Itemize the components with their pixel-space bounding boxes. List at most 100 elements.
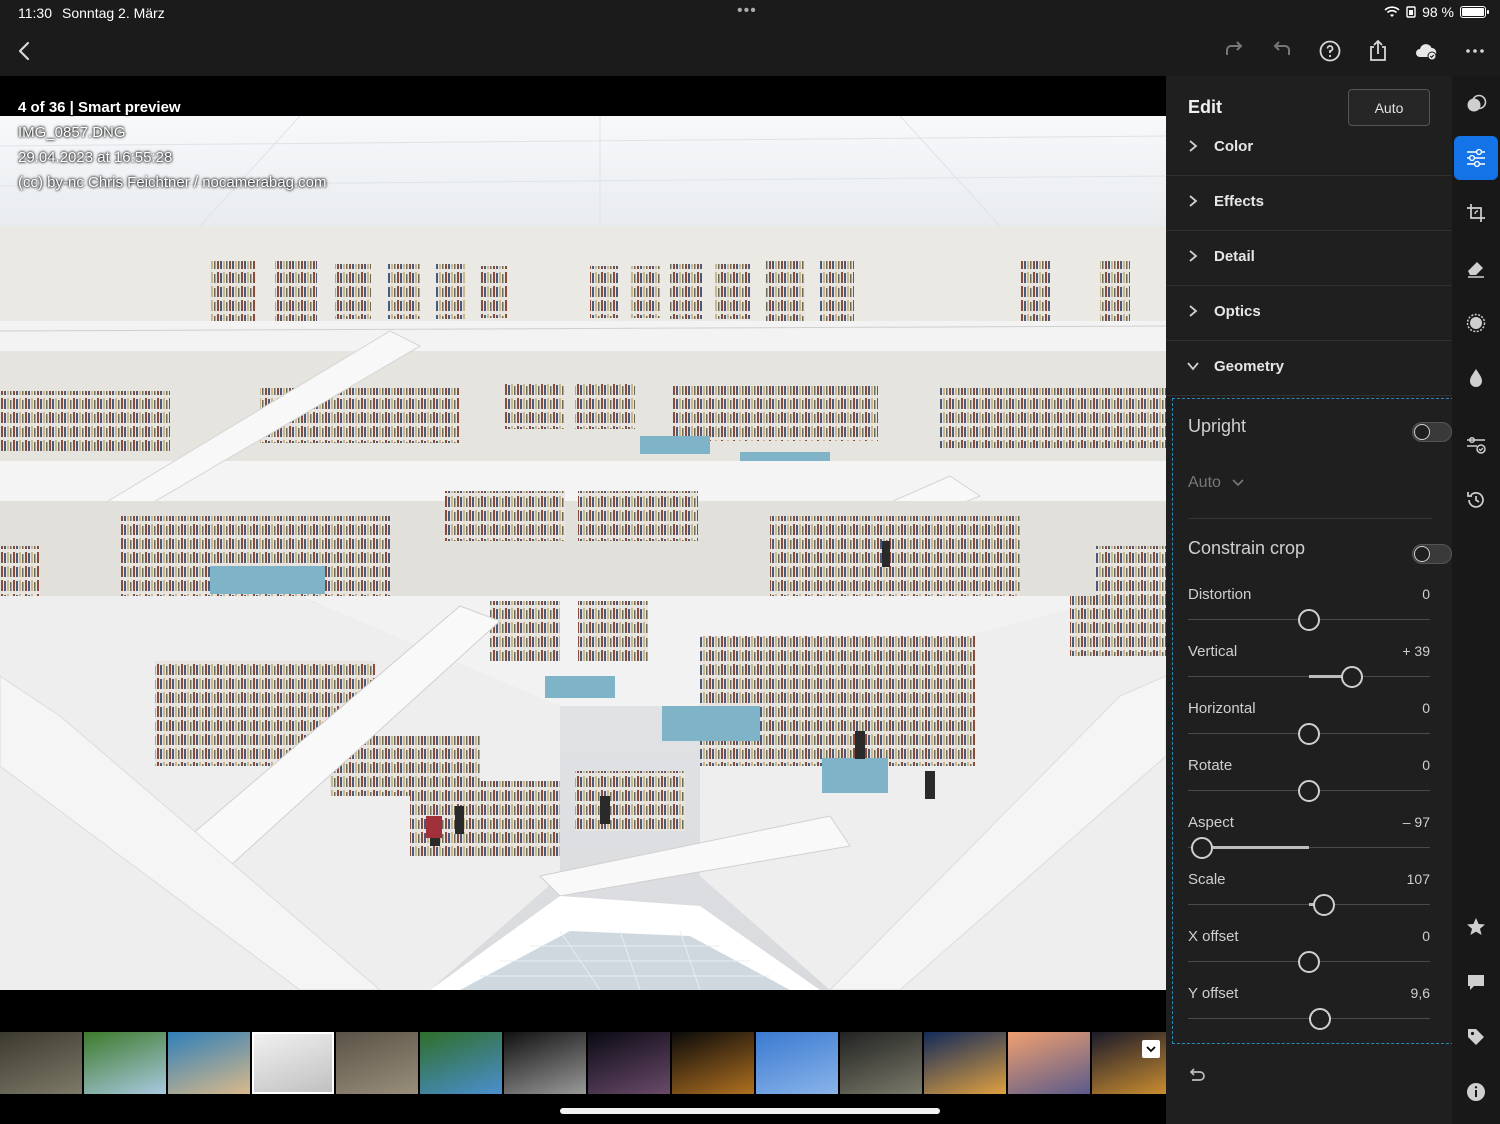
distortion-label: Distortion <box>1188 586 1252 603</box>
heal-icon[interactable] <box>1454 246 1498 290</box>
filmstrip-thumb[interactable] <box>336 1032 418 1094</box>
crop-icon[interactable] <box>1454 191 1498 235</box>
photo-preview[interactable] <box>0 116 1166 990</box>
section-label: Detail <box>1214 248 1255 265</box>
edit-panel: Edit Auto Color Effects Detail Optics Geomet… <box>1166 76 1454 1124</box>
vertical-slider[interactable]: Vertical + 39 <box>1188 643 1430 699</box>
help-icon[interactable] <box>1313 34 1347 68</box>
section-effects[interactable]: Effects <box>1166 176 1452 231</box>
photo-info-overlay: 4 of 36 | Smart preview IMG_0857.DNG 29.… <box>18 95 326 195</box>
slider-handle[interactable] <box>1308 1008 1331 1030</box>
history-icon[interactable] <box>1454 478 1498 522</box>
filmstrip-thumb[interactable] <box>168 1032 250 1094</box>
slider-handle[interactable] <box>1298 609 1320 631</box>
slider-handle[interactable] <box>1298 723 1320 745</box>
filmstrip-thumb[interactable] <box>1008 1032 1090 1094</box>
info-icon[interactable] <box>1454 1070 1498 1114</box>
scale-slider[interactable]: Scale 107 <box>1188 871 1430 927</box>
section-label: Color <box>1214 138 1254 155</box>
section-label: Effects <box>1214 193 1265 210</box>
vertical-value[interactable]: + 39 <box>1402 643 1430 659</box>
library-photo <box>0 116 1166 990</box>
filmstrip-thumb[interactable] <box>756 1032 838 1094</box>
section-detail[interactable]: Detail <box>1166 231 1452 286</box>
versions-icon[interactable] <box>1454 423 1498 467</box>
tag-icon[interactable] <box>1454 1015 1498 1059</box>
more-icon[interactable] <box>1458 34 1492 68</box>
upright-mode-select[interactable]: Auto <box>1188 474 1245 492</box>
filmstrip-thumbs <box>0 1032 1174 1094</box>
x-offset-slider[interactable]: X offset 0 <box>1188 928 1430 984</box>
filmstrip-thumb[interactable] <box>588 1032 670 1094</box>
rotate-value[interactable]: 0 <box>1422 757 1430 773</box>
y-offset-label: Y offset <box>1188 985 1239 1002</box>
filmstrip-expand-icon[interactable] <box>1142 1040 1160 1058</box>
section-color[interactable]: Color <box>1166 121 1452 176</box>
scale-label: Scale <box>1188 871 1226 888</box>
constrain-crop-label: Constrain crop <box>1188 538 1306 558</box>
filmstrip-thumb[interactable] <box>924 1032 1006 1094</box>
aspect-slider[interactable]: Aspect – 97 <box>1188 814 1430 870</box>
filmstrip-thumb[interactable] <box>420 1032 502 1094</box>
tool-rail <box>1452 76 1500 1124</box>
horizontal-label: Horizontal <box>1188 700 1256 717</box>
adjust-icon[interactable] <box>1454 136 1498 180</box>
chevron-right-icon <box>1189 140 1198 152</box>
scale-value[interactable]: 107 <box>1407 871 1430 887</box>
wifi-icon <box>1384 6 1400 17</box>
horizontal-slider[interactable]: Horizontal 0 <box>1188 700 1430 756</box>
horizontal-value[interactable]: 0 <box>1422 700 1430 716</box>
aspect-label: Aspect <box>1188 814 1234 831</box>
slider-handle[interactable] <box>1313 894 1336 916</box>
home-indicator[interactable] <box>560 1108 940 1114</box>
photo-credit: (cc) by-nc Chris Feichtner / nocamerabag… <box>18 174 327 191</box>
masking-icon[interactable] <box>1454 301 1498 345</box>
image-viewer[interactable]: 4 of 36 | Smart preview IMG_0857.DNG 29.… <box>0 76 1166 990</box>
blur-icon[interactable] <box>1454 356 1498 400</box>
slider-handle[interactable] <box>1298 951 1320 973</box>
distortion-slider[interactable]: Distortion 0 <box>1188 586 1430 642</box>
chevron-right-icon <box>1189 195 1198 207</box>
slider-handle[interactable] <box>1340 666 1363 688</box>
constrain-crop-toggle[interactable] <box>1412 544 1452 564</box>
filmstrip-thumb[interactable] <box>84 1032 166 1094</box>
filmstrip-thumb[interactable] <box>252 1032 334 1094</box>
slider-handle[interactable] <box>1298 780 1320 802</box>
presets-icon[interactable] <box>1454 82 1498 126</box>
multitask-dots[interactable]: ••• <box>737 2 757 20</box>
section-geometry[interactable]: Geometry <box>1166 341 1452 396</box>
rotate-label: Rotate <box>1188 757 1233 774</box>
filmstrip-thumb[interactable] <box>672 1032 754 1094</box>
chevron-right-icon <box>1189 305 1198 317</box>
share-icon[interactable] <box>1361 34 1395 68</box>
section-label: Geometry <box>1214 358 1285 375</box>
filmstrip-thumb[interactable] <box>840 1032 922 1094</box>
section-optics[interactable]: Optics <box>1166 286 1452 341</box>
filmstrip-thumb[interactable] <box>504 1032 586 1094</box>
comment-icon[interactable] <box>1454 960 1498 1004</box>
back-icon[interactable] <box>8 34 42 68</box>
y-offset-slider[interactable]: Y offset 9,6 <box>1188 985 1430 1041</box>
star-icon[interactable] <box>1454 905 1498 949</box>
status-date: Sonntag 2. März <box>62 5 165 21</box>
battery-icon <box>1460 6 1489 18</box>
y-offset-value[interactable]: 9,6 <box>1411 985 1430 1001</box>
filmstrip-thumb[interactable] <box>0 1032 82 1094</box>
undo-icon[interactable] <box>1265 34 1299 68</box>
x-offset-label: X offset <box>1188 928 1239 945</box>
cloud-sync-icon[interactable] <box>1409 34 1443 68</box>
filmstrip-thumb[interactable] <box>1092 1032 1174 1094</box>
upright-toggle[interactable] <box>1412 422 1452 442</box>
slider-handle[interactable] <box>1191 837 1214 859</box>
x-offset-value[interactable]: 0 <box>1422 928 1430 944</box>
aspect-value[interactable]: – 97 <box>1403 814 1430 830</box>
distortion-value[interactable]: 0 <box>1422 586 1430 602</box>
rotate-slider[interactable]: Rotate 0 <box>1188 757 1430 813</box>
upright-mode-value: Auto <box>1188 474 1221 491</box>
redo-icon[interactable] <box>1217 34 1251 68</box>
photo-index-label: 4 of 36 | Smart preview <box>18 99 181 116</box>
geometry-divider <box>1188 518 1432 519</box>
reset-icon[interactable] <box>1186 1064 1208 1086</box>
photo-datetime: 29.04.2023 at 16:55:28 <box>18 149 173 166</box>
constrain-crop-row: Constrain crop <box>1188 538 1452 568</box>
